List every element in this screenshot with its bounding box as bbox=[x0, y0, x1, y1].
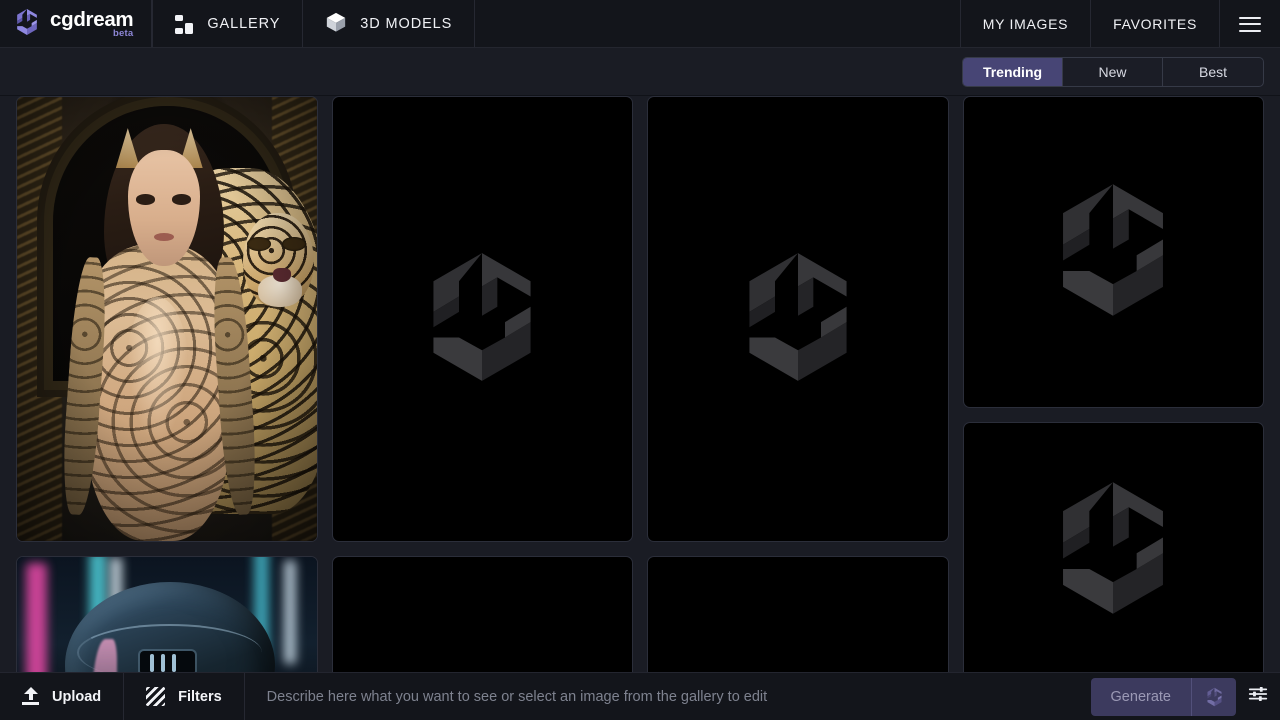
generate-button[interactable]: Generate bbox=[1090, 678, 1236, 716]
nav-item-gallery-label: GALLERY bbox=[207, 16, 281, 32]
brand-beta-badge: beta bbox=[113, 28, 134, 40]
hamburger-menu-icon bbox=[1239, 16, 1261, 32]
brand-text: cgdream beta bbox=[50, 10, 134, 40]
sliders-settings-icon bbox=[1247, 683, 1269, 710]
gallery-grid[interactable] bbox=[0, 96, 1280, 720]
nav-item-favorites-label: FAVORITES bbox=[1113, 16, 1197, 32]
sort-segmented-control: Trending New Best bbox=[962, 57, 1264, 87]
upload-arrow-icon bbox=[22, 687, 39, 706]
settings-button[interactable] bbox=[1236, 673, 1280, 720]
app-root: cgdream beta GALLERY 3D MODELS MY IMAGES bbox=[0, 0, 1280, 720]
gallery-item-placeholder[interactable] bbox=[962, 96, 1264, 408]
tab-trending[interactable]: Trending bbox=[963, 58, 1063, 86]
upload-button[interactable]: Upload bbox=[0, 673, 125, 720]
generated-image-thumbnail bbox=[17, 97, 317, 541]
cube-3d-icon bbox=[325, 11, 347, 38]
nav-item-3d-models[interactable]: 3D MODELS bbox=[303, 0, 476, 48]
prompt-field-wrapper[interactable] bbox=[245, 673, 1091, 720]
gallery-item-placeholder[interactable] bbox=[331, 96, 633, 542]
cgdream-hexagon-logo-icon bbox=[14, 8, 40, 41]
nav-item-gallery[interactable]: GALLERY bbox=[152, 0, 304, 48]
generate-button-wrapper: Generate bbox=[1090, 673, 1236, 720]
bottom-action-bar: Upload Filters Generate bbox=[0, 672, 1280, 720]
diagonal-stripes-filters-icon bbox=[146, 687, 166, 706]
gallery-item-leopard-woman[interactable] bbox=[16, 96, 318, 542]
tab-new[interactable]: New bbox=[1063, 58, 1163, 86]
cgdream-hexagon-placeholder-icon bbox=[418, 248, 546, 391]
nav-item-my-images-label: MY IMAGES bbox=[982, 16, 1069, 32]
brand-logo-link[interactable]: cgdream beta bbox=[0, 0, 153, 48]
tab-best[interactable]: Best bbox=[1163, 58, 1263, 86]
gallery-column bbox=[331, 96, 633, 720]
nav-item-favorites[interactable]: FAVORITES bbox=[1091, 0, 1220, 48]
generate-button-label: Generate bbox=[1091, 678, 1192, 716]
top-navigation-bar: cgdream beta GALLERY 3D MODELS MY IMAGES bbox=[0, 0, 1280, 48]
gallery-column bbox=[962, 96, 1264, 720]
prompt-input[interactable] bbox=[266, 688, 1069, 705]
cgdream-hexagon-logo-icon[interactable] bbox=[1192, 678, 1236, 716]
nav-item-3d-models-label: 3D MODELS bbox=[360, 16, 453, 32]
cgdream-hexagon-placeholder-icon bbox=[1047, 179, 1179, 326]
cgdream-hexagon-placeholder-icon bbox=[734, 248, 862, 391]
gallery-column bbox=[647, 96, 949, 720]
gallery-item-placeholder[interactable] bbox=[647, 96, 949, 542]
sort-filter-bar: Trending New Best bbox=[0, 48, 1280, 96]
nav-spacer bbox=[475, 0, 961, 48]
grid-layout-icon bbox=[175, 14, 194, 34]
filters-button-label: Filters bbox=[178, 688, 222, 705]
cgdream-hexagon-placeholder-icon bbox=[1047, 477, 1179, 624]
upload-button-label: Upload bbox=[52, 688, 102, 705]
nav-item-my-images[interactable]: MY IMAGES bbox=[961, 0, 1092, 48]
filters-button[interactable]: Filters bbox=[124, 673, 245, 720]
menu-button[interactable] bbox=[1220, 0, 1280, 48]
gallery-column bbox=[16, 96, 318, 720]
